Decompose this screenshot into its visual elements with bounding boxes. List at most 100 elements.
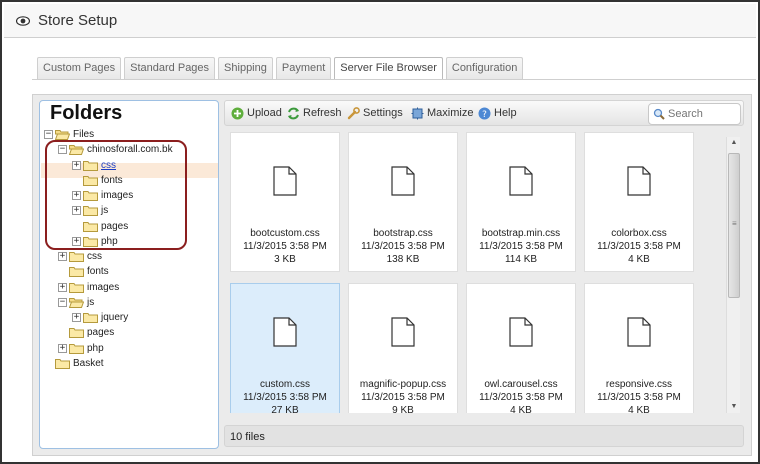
annotation-highlight-box xyxy=(45,140,187,250)
file-card[interactable]: magnific-popup.css 11/3/2015 3:58 PM 9 KB xyxy=(348,283,458,413)
folder-node-images[interactable]: + images xyxy=(58,280,119,295)
folder-label: Basket xyxy=(73,357,104,369)
file-date: 11/3/2015 3:58 PM xyxy=(361,241,445,252)
file-size: 138 KB xyxy=(386,254,420,265)
collapse-toggle-icon[interactable]: − xyxy=(44,130,53,139)
collapse-toggle-icon[interactable]: − xyxy=(58,297,67,307)
svg-text:?: ? xyxy=(482,110,487,120)
refresh-label: Refresh xyxy=(303,107,342,119)
file-card[interactable]: colorbox.css 11/3/2015 3:58 PM 4 KB xyxy=(584,132,694,272)
settings-label: Settings xyxy=(363,107,403,119)
file-card[interactable]: bootstrap.min.css 11/3/2015 3:58 PM 114 KB xyxy=(466,132,576,272)
folder-open-icon xyxy=(68,297,85,308)
tab-server-file-browser[interactable]: Server File Browser xyxy=(334,57,443,79)
file-date: 11/3/2015 3:58 PM xyxy=(243,392,327,403)
tab-standard-pages[interactable]: Standard Pages xyxy=(124,57,216,79)
maximize-label: Maximize xyxy=(427,107,474,119)
search-input[interactable] xyxy=(668,108,738,120)
toggle-spacer xyxy=(58,267,67,276)
folder-icon xyxy=(69,343,84,354)
folder-icon xyxy=(69,282,84,293)
app-window: Store Setup Custom Pages Standard Pages … xyxy=(0,0,760,464)
file-card[interactable]: owl.carousel.css 11/3/2015 3:58 PM 4 KB xyxy=(466,283,576,413)
upload-button[interactable]: Upload xyxy=(231,105,282,121)
folder-label: jquery xyxy=(101,312,129,323)
file-name: magnific-popup.css xyxy=(359,379,447,390)
folder-node-pages[interactable]: pages xyxy=(58,325,114,340)
folder-icon xyxy=(83,312,98,323)
file-card[interactable]: bootstrap.css 11/3/2015 3:58 PM 138 KB xyxy=(348,132,458,272)
folder-node-basket[interactable]: Basket xyxy=(44,356,104,371)
tab-shipping[interactable]: Shipping xyxy=(218,57,273,79)
page-header: Store Setup xyxy=(4,4,756,38)
document-icon xyxy=(627,317,651,347)
folder-icon xyxy=(55,358,70,369)
refresh-button[interactable]: Refresh xyxy=(287,105,342,121)
folder-label: php xyxy=(87,342,104,354)
expand-toggle-icon[interactable]: + xyxy=(58,252,67,261)
help-label: Help xyxy=(494,107,517,119)
toggle-spacer xyxy=(58,328,67,337)
file-size: 4 KB xyxy=(628,254,650,265)
folder-open-icon xyxy=(54,129,71,140)
folder-label: pages xyxy=(87,327,115,339)
settings-button[interactable]: Settings xyxy=(347,105,403,121)
file-toolbar: Upload Refresh Settings Maximize ? Help … xyxy=(224,100,744,126)
folder-node-fonts[interactable]: fonts xyxy=(58,264,109,279)
tab-divider xyxy=(32,79,756,80)
tab-configuration[interactable]: Configuration xyxy=(445,57,524,79)
folder-icon xyxy=(69,251,84,262)
help-button[interactable]: ? Help xyxy=(478,105,517,121)
folder-node-css[interactable]: + css xyxy=(58,249,102,264)
tab-custom-pages[interactable]: Custom Pages xyxy=(37,57,122,79)
folder-icon xyxy=(69,327,84,339)
file-size: 3 KB xyxy=(274,254,296,265)
file-size: 114 KB xyxy=(504,254,538,265)
file-size: 4 KB xyxy=(510,405,532,413)
folder-label: js xyxy=(87,296,95,308)
scroll-down-arrow-icon[interactable]: ▼ xyxy=(727,401,741,413)
file-date: 11/3/2015 3:58 PM xyxy=(243,241,327,252)
file-card[interactable]: responsive.css 11/3/2015 3:58 PM 4 KB xyxy=(584,283,694,413)
file-card[interactable]: custom.css 11/3/2015 3:58 PM 27 KB xyxy=(230,283,340,413)
tab-payment[interactable]: Payment xyxy=(275,57,332,79)
search-icon xyxy=(653,108,665,120)
file-card[interactable]: bootcustom.css 11/3/2015 3:58 PM 3 KB xyxy=(230,132,340,272)
grip-icon: ≡ xyxy=(732,219,737,228)
help-icon: ? xyxy=(478,107,491,120)
scroll-up-arrow-icon[interactable]: ▲ xyxy=(727,137,741,149)
scrollbar-thumb[interactable]: ≡ xyxy=(728,153,740,298)
document-icon xyxy=(273,166,297,196)
file-name: colorbox.css xyxy=(611,228,667,239)
folder-label: Files xyxy=(73,129,95,140)
file-size: 27 KB xyxy=(271,405,299,413)
page-title: Store Setup xyxy=(38,12,118,29)
file-date: 11/3/2015 3:58 PM xyxy=(361,392,445,403)
file-name: bootstrap.min.css xyxy=(481,228,561,239)
search-box[interactable] xyxy=(648,103,741,125)
refresh-icon xyxy=(288,107,299,119)
main-content: Custom Pages Standard Pages Shipping Pay… xyxy=(4,38,756,462)
document-icon xyxy=(391,317,415,347)
document-icon xyxy=(509,166,533,196)
expand-toggle-icon[interactable]: + xyxy=(58,282,67,292)
folder-node-jquery[interactable]: + jquery xyxy=(72,310,128,325)
file-browser-panel: Folders − Files − chinosforall.com.bk + css fo… xyxy=(32,94,752,456)
folder-label: images xyxy=(87,281,120,293)
document-icon xyxy=(273,317,297,347)
file-grid-scrollbar[interactable]: ▲ ≡ ▼ xyxy=(726,137,740,413)
file-name: custom.css xyxy=(259,379,310,390)
folder-label: fonts xyxy=(87,266,109,278)
folder-node-js[interactable]: − js xyxy=(58,295,94,310)
file-grid: bootcustom.css 11/3/2015 3:58 PM 3 KB boots… xyxy=(224,129,744,413)
tab-bar: Custom Pages Standard Pages Shipping Pay… xyxy=(37,57,526,79)
folder-node-php[interactable]: + php xyxy=(58,341,104,356)
expand-toggle-icon[interactable]: + xyxy=(58,343,67,353)
folder-icon xyxy=(69,266,84,278)
maximize-button[interactable]: Maximize xyxy=(411,105,473,121)
folder-label: css xyxy=(87,251,102,262)
document-icon xyxy=(391,166,415,196)
expand-toggle-icon[interactable]: + xyxy=(72,313,81,322)
document-icon xyxy=(627,166,651,196)
folder-tree: Folders − Files − chinosforall.com.bk + css fo… xyxy=(39,100,219,449)
